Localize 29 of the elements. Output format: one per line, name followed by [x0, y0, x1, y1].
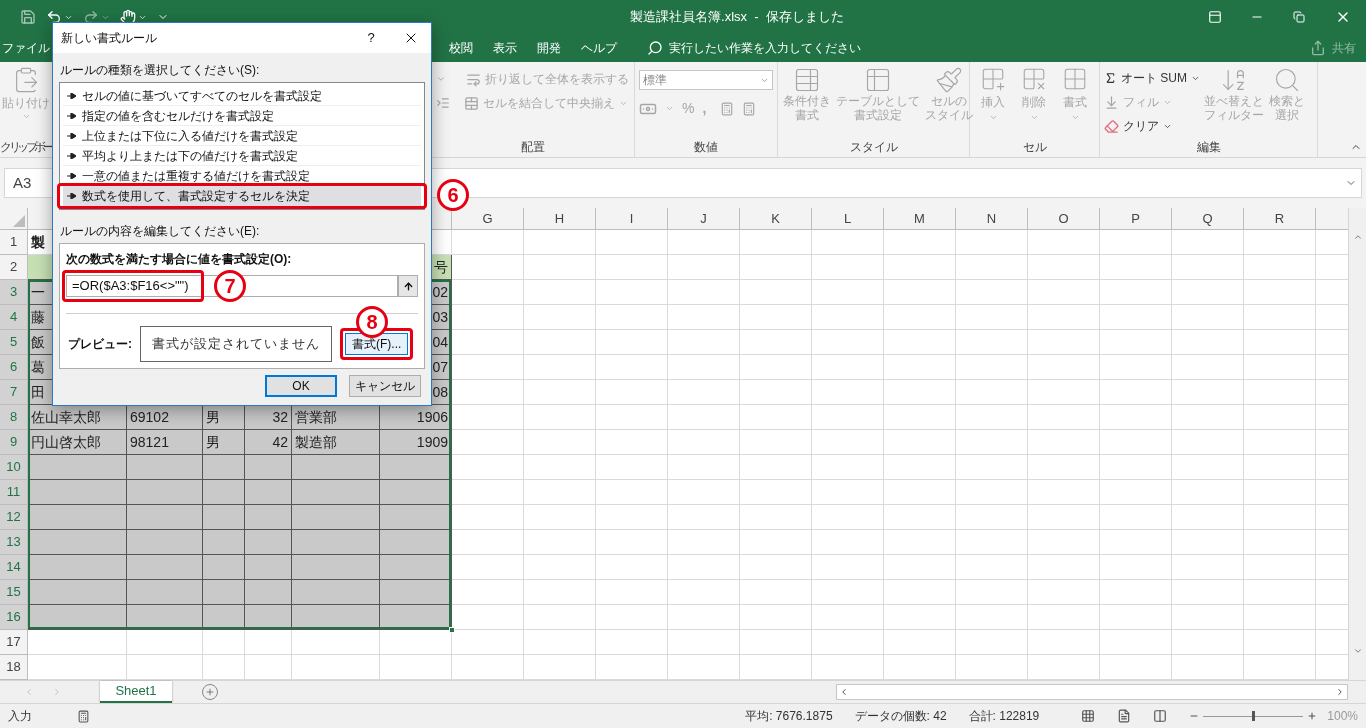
table-cell: 32 — [245, 405, 292, 430]
table-cell: 製造部 — [292, 430, 380, 455]
table-cell: 69102 — [127, 405, 203, 430]
field-label: ルールの種類を選択してください(S): — [59, 62, 261, 79]
table-cell: 1909 — [380, 430, 452, 455]
group-label: 数値 — [694, 139, 718, 156]
table-cell: 営業部 — [292, 405, 380, 430]
status-stat: 平均: 7676.1875 — [745, 708, 833, 725]
group-label: スタイル — [849, 139, 898, 156]
group-label: 配置 — [521, 139, 545, 156]
table-cell: 男 — [203, 430, 245, 455]
preview-box: 書式が設定されていません — [140, 326, 332, 362]
table-cell: 男 — [203, 405, 245, 430]
group-label: クリップボー — [0, 139, 51, 156]
status-stat: 合計: 122819 — [968, 708, 1040, 725]
table-cell: 円山啓太郎 — [28, 430, 127, 455]
group-label: 編集 — [1196, 139, 1221, 156]
table-cell: 42 — [245, 430, 292, 455]
mode-indicator: 入力 — [8, 708, 32, 725]
window-title: 製造課社員名簿.xlsx - 保存しました — [630, 8, 844, 27]
step-badge: 7 — [214, 270, 246, 302]
table-cell: 佐山幸太郎 — [28, 405, 127, 430]
group-label: セル — [1022, 139, 1047, 156]
table-cell: 1906 — [380, 405, 452, 430]
zoom-level: 100% — [1327, 708, 1358, 725]
dialog-title: 新しい書式ルール — [61, 30, 157, 47]
step-badge: 8 — [356, 306, 388, 338]
table-cell: 98121 — [127, 430, 203, 455]
status-stat: データの個数: 42 — [854, 708, 947, 725]
